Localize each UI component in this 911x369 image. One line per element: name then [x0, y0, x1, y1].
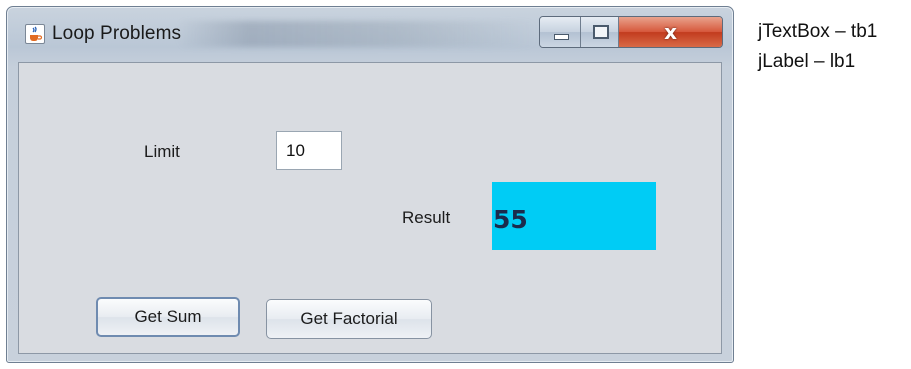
note-textbox-name: jTextBox – tb1 [758, 21, 878, 42]
result-display: 55 [492, 182, 656, 250]
close-icon: x [664, 20, 678, 44]
result-value: 55 [493, 205, 528, 234]
minimize-icon [554, 34, 569, 40]
app-window: Loop Problems x Limit 10 Result 55 Get S… [6, 6, 734, 363]
title-bar[interactable]: Loop Problems x [7, 7, 733, 59]
window-title: Loop Problems [52, 23, 182, 44]
window-controls: x [539, 16, 723, 48]
minimize-button[interactable] [540, 17, 581, 47]
maximize-icon [592, 25, 609, 39]
get-sum-button[interactable]: Get Sum [96, 297, 240, 337]
form-panel: Limit 10 Result 55 Get Sum Get Factorial [18, 62, 722, 354]
java-cup-icon [25, 24, 45, 44]
note-label-name: jLabel – lb1 [758, 51, 856, 72]
close-button[interactable]: x [619, 17, 722, 47]
limit-input[interactable]: 10 [276, 131, 342, 170]
result-label: Result [402, 208, 451, 227]
maximize-button[interactable] [580, 17, 620, 47]
title-bar-background [177, 21, 537, 47]
limit-label: Limit [144, 142, 180, 161]
get-factorial-button[interactable]: Get Factorial [266, 299, 432, 339]
